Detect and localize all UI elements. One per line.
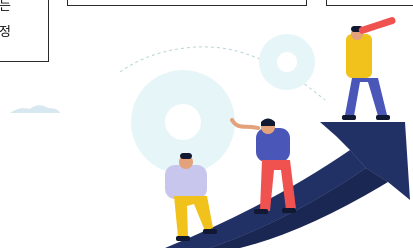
person-pointing-icon [230,118,296,214]
growth-illustration [10,17,410,248]
gear-icon [259,34,315,90]
person-telescope-icon [342,17,396,120]
cloud-icon [10,105,60,113]
